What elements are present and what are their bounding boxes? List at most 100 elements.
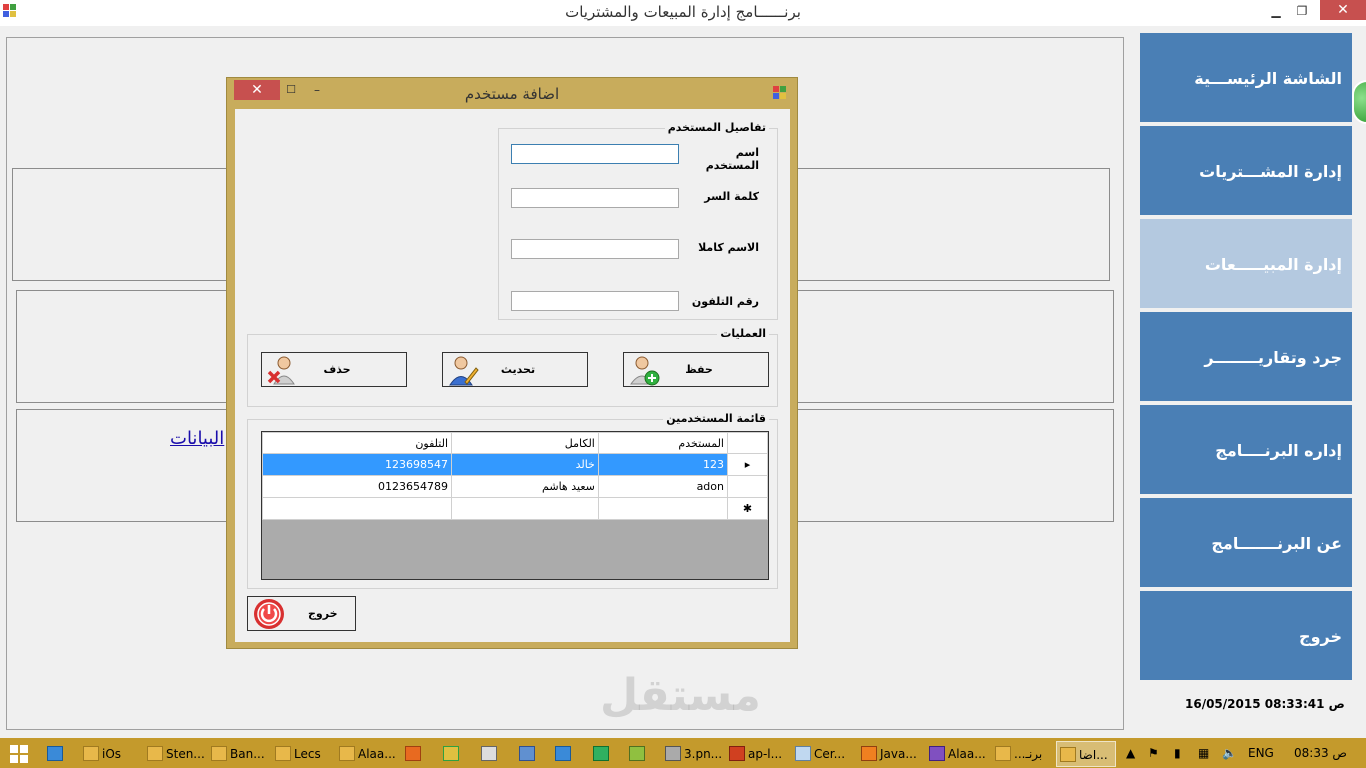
column-header-fullname[interactable]: الكامل bbox=[451, 432, 599, 454]
sidebar-item-about[interactable]: عن البرنـــــــامج bbox=[1140, 498, 1352, 589]
column-header-username[interactable]: المستخدم bbox=[597, 432, 729, 454]
app-icon bbox=[3, 4, 16, 17]
dialog-close-button[interactable]: ✕ bbox=[234, 80, 280, 100]
save-button[interactable]: حفظ bbox=[623, 352, 769, 387]
image-viewer-icon bbox=[665, 746, 681, 761]
cell-phone[interactable]: 0123654789 bbox=[261, 475, 453, 498]
app-icon bbox=[519, 746, 535, 761]
cell-username-new[interactable] bbox=[597, 497, 729, 520]
cell-fullname-new[interactable] bbox=[451, 497, 599, 520]
cell-fullname[interactable]: خالد bbox=[451, 453, 599, 476]
username-input[interactable] bbox=[511, 144, 679, 164]
start-button-icon[interactable] bbox=[10, 745, 28, 763]
delete-button[interactable]: حذف bbox=[261, 352, 407, 387]
taskbar-ie-icon[interactable] bbox=[44, 741, 76, 767]
phone-label: رقم التلفون bbox=[691, 295, 759, 308]
taskbar-item-ios[interactable]: iOs bbox=[80, 741, 140, 767]
dialog-minimize-button[interactable]: – bbox=[309, 82, 325, 98]
language-indicator[interactable]: ENG bbox=[1248, 738, 1274, 768]
password-input[interactable] bbox=[511, 188, 679, 208]
taskbar-item-ban[interactable]: Ban... bbox=[208, 741, 268, 767]
folder-icon bbox=[211, 746, 227, 761]
taskbar-item-add-user[interactable]: اضا... bbox=[1056, 741, 1116, 767]
taskbar-chrome[interactable] bbox=[440, 741, 470, 767]
taskbar: iOs Sten... Ban... Lecs Alaa... 3.pn... … bbox=[0, 738, 1366, 768]
cell-phone[interactable]: 123698547 bbox=[261, 453, 453, 476]
close-button[interactable]: ✕ bbox=[1320, 0, 1366, 20]
sidebar-item-home[interactable]: الشاشة الرئيســـية bbox=[1140, 33, 1352, 124]
user-details-title: تفاصيل المستخدم bbox=[664, 121, 769, 134]
firefox-icon bbox=[405, 746, 421, 761]
taskbar-item-alaa-vs[interactable]: Alaa... bbox=[926, 741, 988, 767]
users-list-title: قائمة المستخدمين bbox=[663, 412, 769, 425]
password-label: كلمة السر bbox=[704, 190, 759, 203]
sidebar-item-inventory-reports[interactable]: جرد وتقاريــــــــر bbox=[1140, 312, 1352, 403]
network-icon bbox=[593, 746, 609, 761]
sidebar-item-purchases[interactable]: إدارة المشـــتريات bbox=[1140, 126, 1352, 217]
certificate-icon bbox=[795, 746, 811, 761]
phone-input[interactable] bbox=[511, 291, 679, 311]
column-header-phone[interactable]: التلفون bbox=[261, 432, 453, 454]
taskbar-item-program[interactable]: ...برنـ bbox=[992, 741, 1052, 767]
sidebar-item-sales[interactable]: إدارة المبيـــــعات bbox=[1140, 219, 1352, 310]
sync-icon bbox=[481, 746, 497, 761]
taskbar-item-alaa-folder[interactable]: Alaa... bbox=[336, 741, 396, 767]
android-icon bbox=[629, 746, 645, 761]
window-title: برنــــــامج إدارة المبيعات والمشتريات bbox=[565, 3, 801, 21]
dialog-maximize-button[interactable]: ☐ bbox=[283, 82, 299, 98]
users-grid[interactable]: التلفون الكامل المستخدم 123698547 خالد 1… bbox=[261, 431, 769, 580]
taskbar-wifi[interactable] bbox=[552, 741, 582, 767]
table-row[interactable]: 123698547 خالد 123 ▸ bbox=[261, 453, 768, 476]
operations-group: العمليات حذف تحديث حفظ bbox=[247, 327, 778, 407]
folder-icon bbox=[339, 746, 355, 761]
app-icon bbox=[995, 746, 1011, 761]
table-row[interactable]: 0123654789 سعيد هاشم adon bbox=[261, 475, 768, 498]
network-tray-icon[interactable]: ▦ bbox=[1198, 738, 1209, 768]
tray-expand-icon[interactable]: ▲ bbox=[1126, 738, 1135, 768]
taskbar-item-sten[interactable]: Sten... bbox=[144, 741, 204, 767]
taskbar-item-3png[interactable]: 3.pn... bbox=[662, 741, 722, 767]
flag-icon[interactable]: ⚑ bbox=[1148, 738, 1159, 768]
taskbar-app-4[interactable] bbox=[516, 741, 546, 767]
taskbar-app-6[interactable] bbox=[590, 741, 620, 767]
sidebar-item-exit[interactable]: خروج bbox=[1140, 591, 1352, 682]
maximize-button[interactable]: ❐ bbox=[1288, 0, 1316, 22]
clock[interactable]: 08:33 ص bbox=[1294, 738, 1347, 768]
power-icon bbox=[254, 599, 284, 629]
current-row-indicator-icon: ▸ bbox=[727, 453, 768, 476]
data-link[interactable]: البيانات bbox=[170, 428, 224, 449]
cell-username[interactable]: adon bbox=[597, 475, 729, 498]
battery-icon[interactable]: ▮ bbox=[1174, 738, 1181, 768]
exit-button[interactable]: خروج bbox=[247, 596, 356, 631]
cell-phone-new[interactable] bbox=[261, 497, 453, 520]
new-row[interactable]: ✱ bbox=[261, 497, 768, 520]
operations-title: العمليات bbox=[717, 327, 769, 340]
exit-button-label: خروج bbox=[308, 607, 338, 620]
volume-icon[interactable]: 🔈 bbox=[1222, 738, 1237, 768]
sidebar-item-program-admin[interactable]: إداره البرنــــامج bbox=[1140, 405, 1352, 496]
taskbar-item-cer[interactable]: Cer... bbox=[792, 741, 852, 767]
update-button[interactable]: تحديث bbox=[442, 352, 588, 387]
taskbar-firefox[interactable] bbox=[402, 741, 432, 767]
taskbar-item-lecs[interactable]: Lecs bbox=[272, 741, 332, 767]
taskbar-item-java[interactable]: Java... bbox=[858, 741, 920, 767]
vlc-icon bbox=[861, 746, 877, 761]
internet-explorer-icon bbox=[47, 746, 63, 761]
cell-fullname[interactable]: سعيد هاشم bbox=[451, 475, 599, 498]
row-header-corner bbox=[727, 432, 768, 454]
minimize-button[interactable]: ▁ bbox=[1262, 0, 1290, 22]
taskbar-app-3[interactable] bbox=[478, 741, 508, 767]
taskbar-item-ap[interactable]: ap-l... bbox=[726, 741, 788, 767]
folder-icon bbox=[83, 746, 99, 761]
dialog-app-icon bbox=[773, 86, 786, 99]
taskbar-android[interactable] bbox=[626, 741, 656, 767]
fullname-label: الاسم كاملا bbox=[698, 241, 759, 254]
edit-user-icon bbox=[449, 356, 479, 386]
delete-user-icon bbox=[267, 356, 295, 385]
dialog-body: تفاصيل المستخدم اسم المستخدم كلمة السر ا… bbox=[235, 109, 790, 642]
fullname-input[interactable] bbox=[511, 239, 679, 259]
app-icon bbox=[1060, 747, 1076, 762]
cell-username[interactable]: 123 bbox=[597, 453, 729, 476]
save-button-label: حفظ bbox=[685, 363, 713, 376]
folder-icon bbox=[147, 746, 163, 761]
